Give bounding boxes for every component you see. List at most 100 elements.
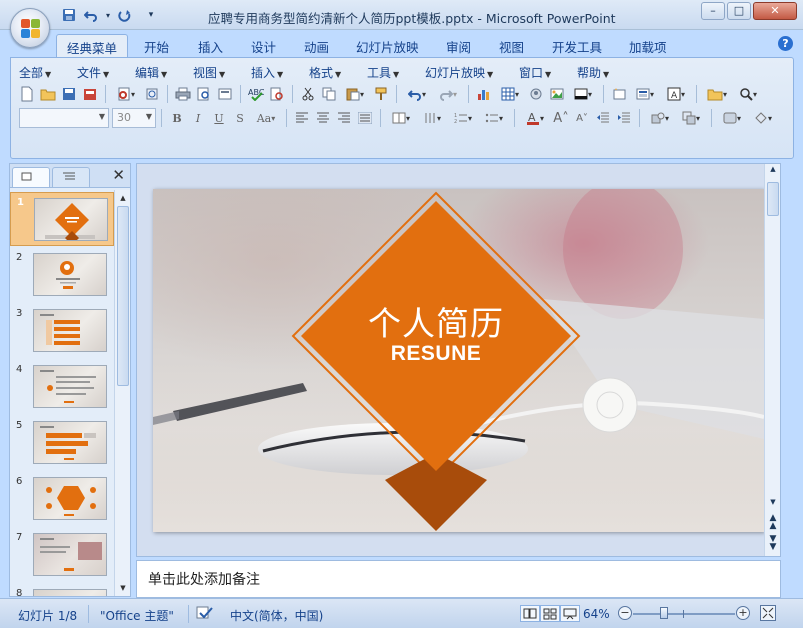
save-icon[interactable] [60,6,78,24]
slide-thumbnail-3[interactable]: 3 [10,304,114,358]
zoom-out-button[interactable]: − [618,606,632,620]
copy-icon[interactable] [319,84,339,104]
insert-picture-icon[interactable] [547,84,567,104]
align-right-icon[interactable] [334,108,354,128]
menu-tools[interactable]: 工具 ▼ [367,64,425,81]
cut-icon[interactable] [298,84,318,104]
next-slide-icon[interactable]: ▼ ▼ [766,535,780,552]
permission-icon[interactable] [80,84,100,104]
text-direction-icon[interactable]: ▾ [417,108,447,128]
slide-thumbnail-8[interactable]: 8 [10,584,114,596]
menu-file[interactable]: 文件 ▼ [77,64,135,81]
tab-review[interactable]: 审阅 [436,34,481,58]
new-document-icon[interactable] [17,84,37,104]
minimize-button[interactable]: – [701,2,725,20]
italic-icon[interactable]: I [188,108,208,128]
slides-tab[interactable] [12,167,50,187]
research-icon[interactable] [267,84,287,104]
undo-dropdown-icon[interactable]: ▾ [104,6,112,24]
font-name-combo[interactable]: ▼ [19,108,109,128]
maximize-button[interactable]: □ [727,2,751,20]
layout-icon[interactable] [215,84,235,104]
undo-icon[interactable] [82,6,100,24]
scroll-thumb[interactable] [767,182,779,216]
justify-icon[interactable] [355,108,375,128]
slide-thumbnail-2[interactable]: 2 [10,248,114,302]
grow-font-icon[interactable]: A˄ [551,108,571,128]
tab-developer[interactable]: 开发工具 [542,34,612,58]
new-slide-icon[interactable] [609,84,629,104]
text-box-icon[interactable]: A ▾ [661,84,691,104]
undo-toolbar-icon[interactable]: ▾ [402,84,432,104]
menu-window[interactable]: 窗口 ▼ [519,64,577,81]
scroll-up-icon[interactable]: ▲ [116,191,130,205]
insert-chart-icon[interactable] [474,84,494,104]
menu-insert[interactable]: 插入 ▼ [251,64,309,81]
print-preview-dropdown-icon[interactable]: ▾ [111,84,141,104]
format-painter-icon[interactable] [371,84,391,104]
align-center-icon[interactable] [313,108,333,128]
tab-classic-menu[interactable]: 经典菜单 [56,34,129,58]
tab-slideshow[interactable]: 幻灯片放映 [346,34,429,58]
slide-title[interactable]: 个人简历 [153,297,719,345]
slide-subtitle[interactable]: RESUNE [153,342,719,366]
insert-table-icon[interactable]: ▾ [495,84,525,104]
outline-tab[interactable] [52,167,90,187]
underline-icon[interactable]: U [209,108,229,128]
tab-animation[interactable]: 动画 [294,34,339,58]
bold-icon[interactable]: B [167,108,187,128]
insert-clipart-icon[interactable] [526,84,546,104]
shrink-font-icon[interactable]: A˅ [572,108,592,128]
shadow-icon[interactable]: S [230,108,250,128]
slide-thumbnail-5[interactable]: 5 [10,416,114,470]
decrease-indent-icon[interactable] [593,108,613,128]
print-preview-icon[interactable] [194,84,214,104]
normal-view-button[interactable] [520,605,540,622]
redo-icon[interactable] [116,6,134,24]
quick-styles-icon[interactable]: ▾ [717,108,747,128]
menu-edit[interactable]: 编辑 ▼ [135,64,193,81]
columns-icon[interactable]: ▾ [386,108,416,128]
save-toolbar-icon[interactable] [59,84,79,104]
shapes-fill-icon[interactable]: ▾ [568,84,598,104]
slideshow-button[interactable] [560,605,580,622]
numbering-icon[interactable]: 1 2 ▾ [448,108,478,128]
scroll-up-icon[interactable]: ▲ [766,165,780,173]
slide-sorter-button[interactable] [540,605,560,622]
slide-thumbnail-1[interactable]: 1 [10,192,114,246]
notes-placeholder[interactable]: 单击此处添加备注 [148,569,260,589]
open-folder-icon[interactable] [38,84,58,104]
slide-thumbnail-6[interactable]: 6 [10,472,114,526]
fit-to-window-icon[interactable] [760,605,776,621]
customize-qat-icon[interactable]: ▾ [146,6,156,24]
font-size-combo[interactable]: 30 ▼ [112,108,156,128]
increase-indent-icon[interactable] [614,108,634,128]
redo-toolbar-icon[interactable]: ▾ [433,84,463,104]
bullets-icon[interactable]: ▾ [479,108,509,128]
menu-all[interactable]: 全部 ▼ [19,64,77,81]
tab-addins[interactable]: 加载项 [619,34,677,58]
menu-view[interactable]: 视图 ▼ [193,64,251,81]
zoom-knob[interactable] [660,607,668,619]
thumbnails-scrollbar[interactable]: ▲ ▼ [114,190,130,596]
zoom-level[interactable]: 64% [583,607,610,621]
close-button[interactable]: ✕ [753,2,797,20]
menu-format[interactable]: 格式 ▼ [309,64,367,81]
tab-view[interactable]: 视图 [489,34,534,58]
find-icon[interactable]: ▾ [733,84,763,104]
slide-thumbnail-4[interactable]: 4 [10,360,114,414]
menu-slideshow[interactable]: 幻灯片放映 ▼ [425,64,519,81]
spelling-icon[interactable]: ABC [246,84,266,104]
scroll-down-icon[interactable]: ▼ [116,581,130,595]
scroll-down-icon[interactable]: ▼ [766,498,780,506]
menu-help[interactable]: 帮助 ▼ [577,64,635,81]
current-slide[interactable]: 个人简历 RESUNE [153,189,764,532]
notes-pane[interactable]: 单击此处添加备注 [136,560,781,598]
arrange-icon[interactable]: ▾ [676,108,706,128]
slide-thumbnail-7[interactable]: 7 [10,528,114,582]
spellcheck-icon[interactable] [196,605,214,621]
attach-icon[interactable] [142,84,162,104]
scroll-thumb[interactable] [117,206,129,386]
close-panel-icon[interactable]: ✕ [112,166,125,184]
tab-home[interactable]: 开始 [134,34,179,58]
